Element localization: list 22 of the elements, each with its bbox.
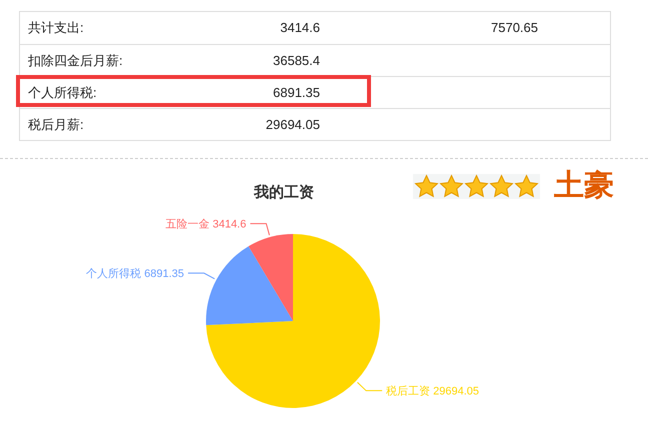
star-filled-icon xyxy=(514,174,539,198)
rating-label: 土豪 xyxy=(554,171,614,201)
row-label: 税后月薪: xyxy=(27,116,85,134)
star-filled-icon xyxy=(464,174,489,198)
row-value: 29694.05 xyxy=(264,116,320,134)
row-value: 36585.4 xyxy=(272,52,320,70)
row-value: 3414.6 xyxy=(279,19,320,38)
row-value: 7570.65 xyxy=(490,19,538,38)
row-label: 扣除四金后月薪: xyxy=(27,52,124,70)
leader-line xyxy=(250,223,270,236)
slice-label: 个人所得税 6891.35 xyxy=(86,268,184,280)
star-filled-icon xyxy=(414,174,439,198)
leader-line xyxy=(188,272,216,280)
row-label: 个人所得税: xyxy=(27,84,98,102)
chart-title: 我的工资 xyxy=(254,184,314,201)
star-filled-icon xyxy=(439,174,464,198)
leader-line xyxy=(356,382,383,392)
slice-label: 五险一金 3414.6 xyxy=(166,218,246,231)
star-filled-icon xyxy=(489,174,514,198)
slice-label: 税后工资 29694.05 xyxy=(386,386,480,398)
row-label: 共计支出: xyxy=(27,19,85,38)
row-value: 6891.35 xyxy=(272,84,320,102)
